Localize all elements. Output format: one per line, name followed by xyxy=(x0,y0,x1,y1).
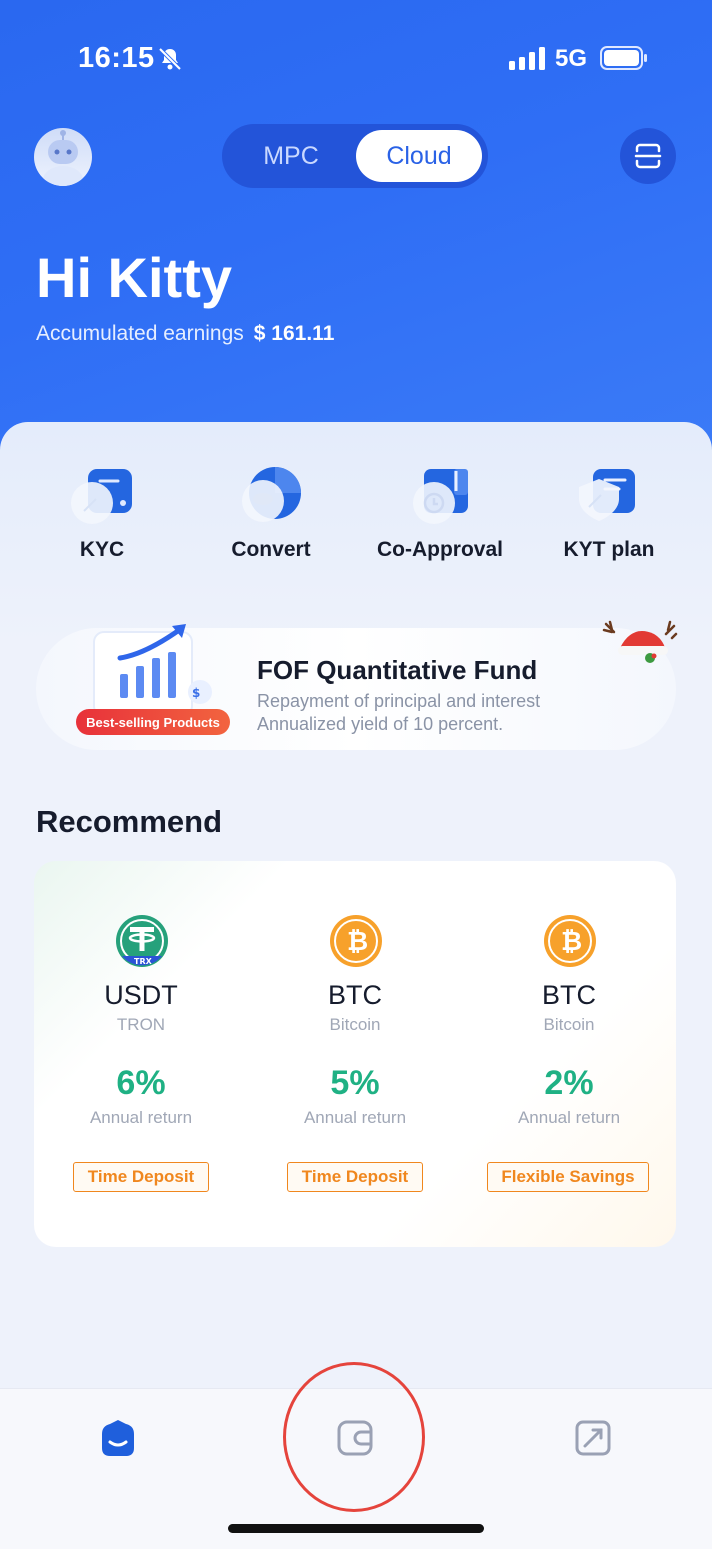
product-rate: 6% xyxy=(116,1064,166,1102)
earnings-value: $ 161.11 xyxy=(253,322,335,345)
scan-button[interactable] xyxy=(620,128,676,184)
greeting: Hi Kitty xyxy=(36,246,232,309)
convert-icon xyxy=(242,467,301,522)
svg-text:$: $ xyxy=(192,686,200,700)
trx-badge: TRX xyxy=(134,957,153,966)
quick-action-co-approval[interactable]: Co-Approval xyxy=(355,465,525,575)
cell-signal-icon xyxy=(509,47,545,70)
growth-chart-icon: $ xyxy=(93,624,212,716)
product-symbol: USDT xyxy=(104,980,178,1010)
product-btc-time-deposit[interactable]: ₿ BTC Bitcoin 5% Annual return Time Depo… xyxy=(255,914,455,1214)
quick-action-kyc[interactable]: KYC xyxy=(17,465,187,575)
banner-subtitle-line2: Annualized yield of 10 percent. xyxy=(257,714,504,734)
account-mode-toggle: MPC Cloud xyxy=(222,124,488,188)
product-rate-label: Annual return xyxy=(517,1108,621,1127)
home-indicator xyxy=(228,1524,484,1533)
product-type-tag: Flexible Savings xyxy=(487,1162,649,1192)
silent-bell-icon xyxy=(158,47,182,71)
banner-title: FOF Quantitative Fund xyxy=(257,655,538,685)
kyc-icon xyxy=(71,469,132,524)
quick-action-label: Convert xyxy=(231,538,311,561)
scan-icon xyxy=(634,143,662,169)
explore-icon[interactable] xyxy=(573,1418,613,1458)
svg-text:₿: ₿ xyxy=(347,927,368,957)
avatar[interactable] xyxy=(34,128,92,186)
tab-mpc[interactable]: MPC xyxy=(228,130,354,182)
product-rate-label: Annual return xyxy=(89,1108,193,1127)
usdt-coin-icon: TRX xyxy=(116,915,168,967)
product-rate: 5% xyxy=(330,1064,380,1102)
santa-hat-icon xyxy=(602,620,678,663)
product-type-tag: Time Deposit xyxy=(73,1162,209,1192)
product-network: Bitcoin xyxy=(543,1015,595,1034)
product-rate: 2% xyxy=(544,1064,594,1102)
product-symbol: BTC xyxy=(328,980,382,1010)
product-usdt-tron[interactable]: TRX USDT TRON 6% Annual return Time Depo… xyxy=(41,914,241,1214)
quick-action-label: KYT plan xyxy=(563,538,655,561)
home-icon[interactable] xyxy=(98,1418,138,1458)
status-time: 16:15 xyxy=(78,42,155,74)
product-type-tag: Time Deposit xyxy=(287,1162,423,1192)
accumulated-earnings: Accumulated earnings $ 161.11 xyxy=(36,322,334,346)
quick-action-convert[interactable]: Convert xyxy=(186,465,356,575)
quick-action-label: KYC xyxy=(79,538,125,561)
recommend-heading: Recommend xyxy=(36,804,223,839)
highlight-circle-annotation xyxy=(283,1362,425,1512)
btc-coin-icon: ₿ xyxy=(544,915,596,967)
product-network: TRON xyxy=(116,1015,166,1034)
earnings-label: Accumulated earnings xyxy=(36,322,244,345)
product-network: Bitcoin xyxy=(329,1015,381,1034)
product-rate-label: Annual return xyxy=(303,1108,407,1127)
co-approval-icon xyxy=(413,469,468,524)
btc-coin-icon: ₿ xyxy=(330,915,382,967)
product-symbol: BTC xyxy=(542,980,596,1010)
quick-action-label: Co-Approval xyxy=(377,538,503,561)
tab-cloud[interactable]: Cloud xyxy=(356,130,482,182)
robot-avatar-icon xyxy=(43,130,83,186)
quick-action-kyt-plan[interactable]: KYT plan xyxy=(524,465,694,575)
svg-text:₿: ₿ xyxy=(561,927,582,957)
banner-subtitle-line1: Repayment of principal and interest xyxy=(257,691,541,711)
kyt-plan-icon xyxy=(579,469,635,521)
best-selling-badge: Best-selling Products xyxy=(76,709,230,735)
product-btc-flexible-savings[interactable]: ₿ BTC Bitcoin 2% Annual return Flexible … xyxy=(469,914,669,1214)
status-bar: 16:15 5G xyxy=(0,0,712,116)
network-type: 5G xyxy=(555,45,588,72)
battery-icon xyxy=(600,46,647,70)
